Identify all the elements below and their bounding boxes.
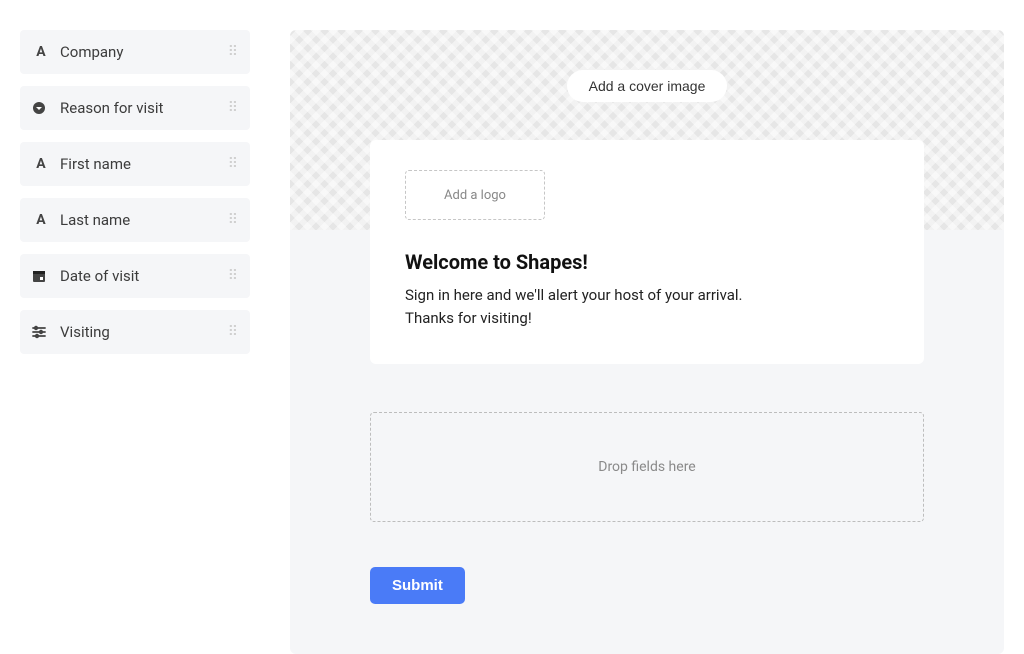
settings-icon: [32, 325, 50, 339]
submit-row: Submit: [370, 567, 924, 604]
drag-handle-icon[interactable]: ⠿: [228, 269, 238, 283]
field-label: Reason for visit: [60, 99, 163, 117]
add-logo-label: Add a logo: [444, 188, 506, 203]
form-title: Welcome to Shapes!: [405, 250, 889, 274]
text-icon: A: [32, 156, 50, 172]
drag-handle-icon[interactable]: ⠿: [228, 45, 238, 59]
drop-zone-label: Drop fields here: [598, 459, 695, 475]
text-icon: A: [32, 44, 50, 60]
form-header-card: Add a logo Welcome to Shapes! Sign in he…: [370, 140, 924, 364]
field-item-lastname[interactable]: A Last name ⠿: [20, 198, 250, 242]
field-item-firstname[interactable]: A First name ⠿: [20, 142, 250, 186]
field-item-visiting[interactable]: Visiting ⠿: [20, 310, 250, 354]
add-cover-button[interactable]: Add a cover image: [567, 70, 728, 102]
field-label: Last name: [60, 211, 130, 229]
submit-button[interactable]: Submit: [370, 567, 465, 604]
field-label: Date of visit: [60, 267, 139, 285]
add-logo-button[interactable]: Add a logo: [405, 170, 545, 220]
field-item-date[interactable]: Date of visit ⠿: [20, 254, 250, 298]
form-description: Sign in here and we'll alert your host o…: [405, 284, 889, 329]
form-canvas: Add a cover image Add a logo Welcome to …: [290, 30, 1004, 654]
drag-handle-icon[interactable]: ⠿: [228, 325, 238, 339]
field-label: Visiting: [60, 323, 110, 341]
calendar-icon: [32, 269, 50, 283]
field-item-company[interactable]: A Company ⠿: [20, 30, 250, 74]
drag-handle-icon[interactable]: ⠿: [228, 101, 238, 115]
field-drop-zone[interactable]: Drop fields here: [370, 412, 924, 522]
field-label: First name: [60, 155, 131, 173]
text-icon: A: [32, 212, 50, 228]
field-palette: A Company ⠿ Reason for visit ⠿ A First n…: [20, 30, 250, 654]
field-item-reason[interactable]: Reason for visit ⠿: [20, 86, 250, 130]
drag-handle-icon[interactable]: ⠿: [228, 213, 238, 227]
field-label: Company: [60, 43, 123, 61]
dropdown-icon: [32, 101, 50, 115]
drag-handle-icon[interactable]: ⠿: [228, 157, 238, 171]
